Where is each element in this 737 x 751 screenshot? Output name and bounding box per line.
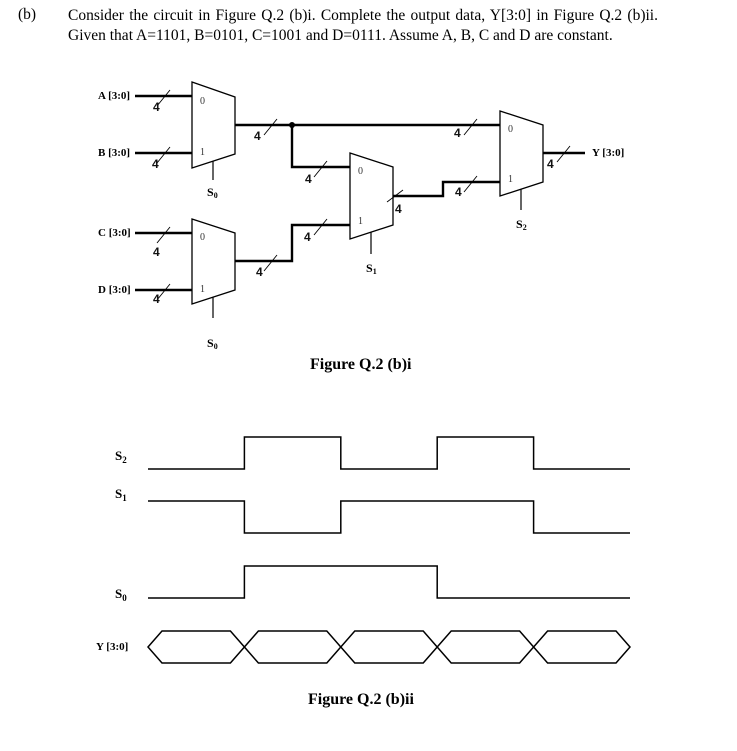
y-bus-segment[interactable] (339, 630, 439, 664)
figure-canvas: A [3:0] B [3:0] C [3:0] D [3:0] Y [3:0] … (96, 81, 631, 708)
bus-slash (313, 160, 328, 178)
port-label-0: 0 (200, 96, 205, 107)
bus-width-label: 4 (454, 126, 461, 140)
waveform-label-y: Y [3:0] (96, 641, 128, 653)
junction-dot (289, 122, 295, 128)
select-label-s1: S1 (366, 261, 377, 276)
bus-width-label: 4 (547, 157, 554, 171)
bus-width-label: 4 (305, 172, 312, 186)
bus-slashes (156, 89, 571, 301)
waveform-s2 (148, 436, 630, 470)
port-label-1: 1 (358, 216, 363, 227)
wire-s1-out (393, 180, 500, 198)
bus-slash (263, 254, 278, 272)
wire-ab-to-s1 (290, 125, 350, 169)
waveform-label-s1: S1 (115, 486, 127, 503)
y-bus-segment[interactable] (243, 630, 342, 664)
select-label-s0-cd: S0 (207, 336, 218, 351)
bus-slash (156, 146, 171, 164)
waveforms (147, 436, 631, 664)
port-label-0: 0 (200, 232, 205, 243)
input-label-a: A [3:0] (98, 90, 130, 102)
waveform-label-s2: S2 (115, 448, 127, 465)
input-label-c: C [3:0] (98, 227, 131, 239)
mux-s1 (349, 152, 394, 240)
mux-cd (191, 218, 236, 305)
y-bus-segment[interactable] (532, 630, 631, 664)
wires (135, 94, 585, 292)
figure-caption-timing: Figure Q.2 (b)ii (308, 691, 414, 708)
select-label-s2: S2 (516, 217, 527, 232)
bus-slash (156, 226, 171, 244)
port-label-1: 1 (200, 147, 205, 158)
bus-slash (463, 175, 478, 193)
output-label-y: Y [3:0] (592, 147, 624, 159)
bus-width-label: 4 (153, 100, 160, 114)
bus-width-label: 4 (455, 185, 462, 199)
select-label-s0-ab: S0 (207, 185, 218, 200)
port-label-1: 1 (508, 174, 513, 185)
port-label-1: 1 (200, 284, 205, 295)
input-label-d: D [3:0] (98, 284, 131, 296)
bus-width-label: 4 (254, 129, 261, 143)
mux-s2 (499, 110, 544, 197)
bus-width-label: 4 (153, 245, 160, 259)
y-bus-segment[interactable] (436, 630, 535, 664)
input-label-b: B [3:0] (98, 147, 130, 159)
bus-slash (313, 218, 328, 236)
bus-width-label: 4 (153, 292, 160, 306)
bus-width-label: 4 (152, 157, 159, 171)
y-bus-segment[interactable] (147, 630, 246, 664)
waveform-label-s0: S0 (115, 586, 127, 603)
bus-width-label: 4 (304, 230, 311, 244)
port-label-0: 0 (358, 166, 363, 177)
wire-cd-out (235, 223, 350, 263)
port-label-0: 0 (508, 124, 513, 135)
figure-caption-circuit: Figure Q.2 (b)i (310, 356, 412, 373)
select-lines (212, 161, 522, 318)
waveform-s1 (148, 500, 630, 534)
bus-width-label: 4 (395, 202, 402, 216)
waveform-s0 (148, 565, 630, 599)
bus-slash (263, 118, 278, 136)
bus-width-label: 4 (256, 265, 263, 279)
bus-slash (463, 118, 478, 136)
mux-ab (191, 81, 236, 169)
